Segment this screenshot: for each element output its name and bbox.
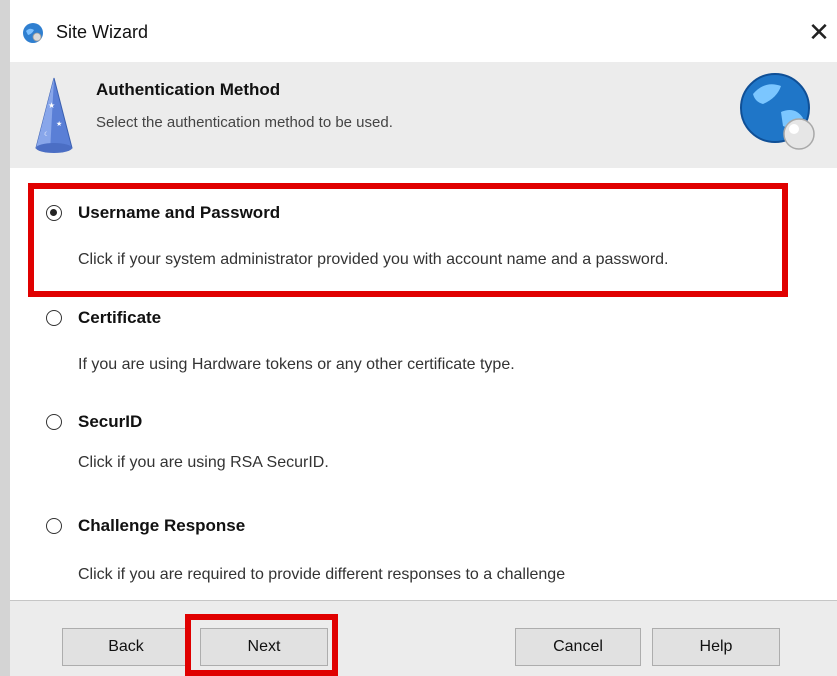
header-subtitle: Select the authentication method to be u… — [96, 114, 393, 131]
svg-text:★: ★ — [48, 101, 55, 110]
back-button[interactable]: Back — [62, 628, 190, 666]
option-description: If you are using Hardware tokens or any … — [78, 356, 515, 373]
auth-options: Username and Password Click if your syst… — [10, 168, 837, 600]
site-wizard-window: Site Wizard ✕ ★ ★ ☾ Authentication Metho… — [10, 0, 837, 676]
svg-text:★: ★ — [56, 120, 62, 128]
help-button[interactable]: Help — [652, 628, 780, 666]
globe-icon — [740, 73, 815, 150]
title-bar: Site Wizard ✕ — [10, 0, 837, 62]
radio-username-password[interactable] — [46, 205, 62, 221]
option-label[interactable]: Challenge Response — [78, 516, 245, 536]
radio-securid[interactable] — [46, 414, 62, 430]
svg-text:☾: ☾ — [44, 131, 49, 138]
option-description: Click if you are required to provide dif… — [78, 566, 566, 583]
wizard-hat-icon: ★ ★ ☾ — [35, 77, 73, 153]
option-label[interactable]: Username and Password — [78, 203, 280, 223]
option-description: Click if your system administrator provi… — [78, 251, 669, 268]
window-title: Site Wizard — [56, 22, 149, 42]
wizard-header: ★ ★ ☾ Authentication Method Select the a… — [10, 62, 837, 169]
close-icon[interactable]: ✕ — [808, 17, 830, 47]
site-wizard-globe-icon — [23, 23, 43, 43]
option-description: Click if you are using RSA SecurID. — [78, 454, 329, 471]
next-button[interactable]: Next — [200, 628, 328, 666]
radio-challenge-response[interactable] — [46, 518, 62, 534]
header-title: Authentication Method — [96, 80, 281, 99]
close-button[interactable]: ✕ — [801, 14, 837, 50]
option-label[interactable]: Certificate — [78, 308, 161, 328]
cancel-button[interactable]: Cancel — [515, 628, 641, 666]
radio-certificate[interactable] — [46, 310, 62, 326]
option-label[interactable]: SecurID — [78, 412, 142, 432]
wizard-footer: Back Next Cancel Help — [10, 600, 837, 676]
